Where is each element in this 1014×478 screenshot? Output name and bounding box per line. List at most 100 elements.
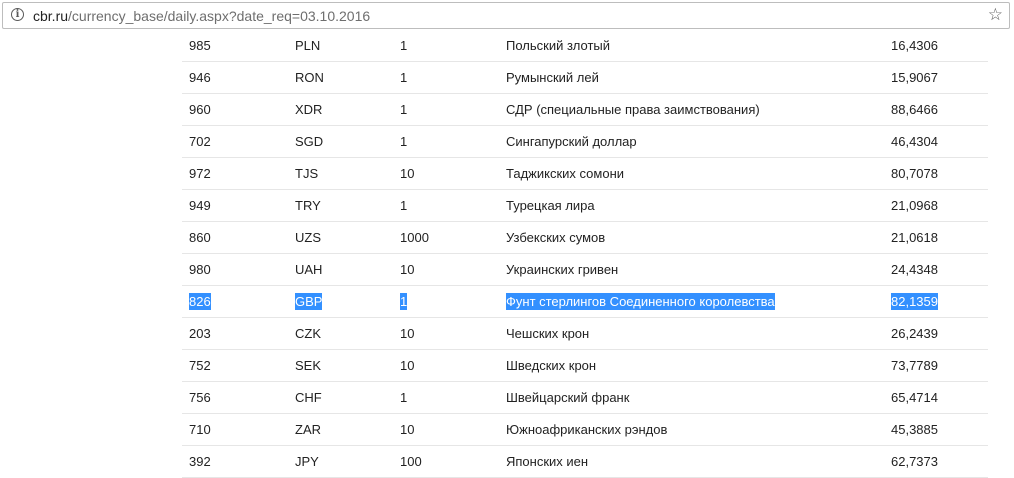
table-row: 203 CZK 10 Чешских крон 26,2439	[182, 317, 988, 350]
cell-code-text: 392	[189, 454, 211, 469]
cell-name: СДР (специальные права заимствования)	[506, 93, 891, 126]
cell-code-text: 960	[189, 102, 211, 117]
page-content: 985 PLN 1 Польский злотый 16,4306 946 RON 1 Румы…	[0, 31, 1014, 478]
table-row: 756 CHF 1 Швейцарский франк 65,4714	[182, 381, 988, 414]
cell-name: Швейцарский франк	[506, 381, 891, 414]
cell-rate-text: 88,6466	[891, 102, 938, 117]
cell-rate-text: 21,0968	[891, 198, 938, 213]
cell-name-text: Польский злотый	[506, 38, 611, 53]
cell-rate-text: 15,9067	[891, 70, 938, 85]
cell-name: Таджикских сомони	[506, 157, 891, 190]
table-row: 752 SEK 10 Шведских крон 73,7789	[182, 349, 988, 382]
cell-name-text: Румынский лей	[506, 70, 599, 85]
cell-name-text: Южноафриканских рэндов	[506, 422, 668, 437]
cell-rate-text: 65,4714	[891, 390, 938, 405]
cell-code: 826	[182, 285, 295, 318]
cell-units: 1	[400, 189, 506, 222]
cell-letter: SEK	[295, 349, 400, 382]
cell-name: Южноафриканских рэндов	[506, 413, 891, 446]
table-row: 826 GBP 1 Фунт стерлингов Соединенного коро…	[182, 285, 988, 318]
cell-rate-text: 82,1359	[891, 293, 938, 310]
cell-letter: RON	[295, 61, 400, 94]
cell-units: 1	[400, 93, 506, 126]
cell-units: 10	[400, 157, 506, 190]
cell-code-text: 980	[189, 262, 211, 277]
table-row: 710 ZAR 10 Южноафриканских рэндов 45,3885	[182, 413, 988, 446]
cell-rate-text: 16,4306	[891, 38, 938, 53]
table-row: 946 RON 1 Румынский лей 15,9067	[182, 61, 988, 94]
cell-letter-text: UZS	[295, 230, 321, 245]
cell-code: 980	[182, 253, 295, 286]
cell-name: Чешских крон	[506, 317, 891, 350]
cell-letter: CHF	[295, 381, 400, 414]
cell-code-text: 860	[189, 230, 211, 245]
cell-code: 985	[182, 31, 295, 62]
cell-rate-text: 21,0618	[891, 230, 938, 245]
cell-code-text: 203	[189, 326, 211, 341]
cell-units-text: 10	[400, 166, 415, 181]
cell-name: Фунт стерлингов Соединенного королевства	[506, 285, 891, 318]
cell-name-text: Чешских крон	[506, 326, 590, 341]
cell-rate: 24,4348	[891, 253, 988, 286]
cell-name: Польский злотый	[506, 31, 891, 62]
cell-name-text: Украинских гривен	[506, 262, 619, 277]
rates-table-body: 985 PLN 1 Польский злотый 16,4306 946 RON 1 Румы…	[182, 31, 988, 478]
cell-name-text: Японских иен	[506, 454, 589, 469]
table-row: 960 XDR 1 СДР (специальные права заимствова…	[182, 93, 988, 126]
cell-code: 960	[182, 93, 295, 126]
cell-letter: UAH	[295, 253, 400, 286]
cell-name: Узбекских сумов	[506, 221, 891, 254]
cell-units-text: 1	[400, 38, 408, 53]
cell-units: 10	[400, 253, 506, 286]
table-row: 972 TJS 10 Таджикских сомони 80,7078	[182, 157, 988, 190]
cell-letter-text: XDR	[295, 102, 323, 117]
cell-code: 860	[182, 221, 295, 254]
table-row: 702 SGD 1 Сингапурский доллар 46,4304	[182, 125, 988, 158]
cell-rate-text: 46,4304	[891, 134, 938, 149]
cell-units-text: 1	[400, 198, 408, 213]
cell-rate: 45,3885	[891, 413, 988, 446]
info-icon[interactable]: i	[11, 8, 24, 21]
cell-name: Румынский лей	[506, 61, 891, 94]
cell-units: 1	[400, 31, 506, 62]
cell-letter-text: PLN	[295, 38, 321, 53]
url-field[interactable]: cbr.ru/currency_base/daily.aspx?date_req…	[33, 7, 370, 25]
cell-letter: PLN	[295, 31, 400, 62]
omnibox[interactable]: i cbr.ru/currency_base/daily.aspx?date_r…	[2, 2, 1010, 29]
cell-units-text: 1	[400, 390, 408, 405]
browser-address-bar: i cbr.ru/currency_base/daily.aspx?date_r…	[0, 0, 1014, 31]
cell-name: Японских иен	[506, 445, 891, 478]
cell-letter: ZAR	[295, 413, 400, 446]
cell-letter: TRY	[295, 189, 400, 222]
cell-rate: 16,4306	[891, 31, 988, 62]
cell-units-text: 10	[400, 262, 415, 277]
cell-name-text: Шведских крон	[506, 358, 597, 373]
cell-code-text: 826	[189, 293, 211, 310]
cell-rate-text: 73,7789	[891, 358, 938, 373]
table-row: 860 UZS 1000 Узбекских сумов 21,0618	[182, 221, 988, 254]
cell-code-text: 949	[189, 198, 211, 213]
cell-code: 203	[182, 317, 295, 350]
cell-letter-text: CHF	[295, 390, 322, 405]
cell-name: Украинских гривен	[506, 253, 891, 286]
cell-rate: 26,2439	[891, 317, 988, 350]
cell-code: 702	[182, 125, 295, 158]
cell-name-text: Швейцарский франк	[506, 390, 630, 405]
cell-units-text: 1	[400, 134, 408, 149]
star-icon[interactable]: ☆	[988, 6, 1003, 24]
cell-units: 10	[400, 413, 506, 446]
url-path: /currency_base/daily.aspx?date_req=03.10…	[68, 8, 371, 24]
cell-code-text: 972	[189, 166, 211, 181]
cell-units-text: 1	[400, 293, 408, 310]
cell-letter-text: RON	[295, 70, 324, 85]
cell-rate-text: 45,3885	[891, 422, 938, 437]
cell-rate: 62,7373	[891, 445, 988, 478]
table-row: 980 UAH 10 Украинских гривен 24,4348	[182, 253, 988, 286]
cell-letter-text: UAH	[295, 262, 323, 277]
cell-letter-text: GBP	[295, 293, 323, 310]
cell-letter: GBP	[295, 285, 400, 318]
cell-code-text: 752	[189, 358, 211, 373]
cell-rate: 80,7078	[891, 157, 988, 190]
table-row: 392 JPY 100 Японских иен 62,7373	[182, 445, 988, 478]
currency-rates-table: 985 PLN 1 Польский злотый 16,4306 946 RON 1 Румы…	[182, 31, 988, 478]
